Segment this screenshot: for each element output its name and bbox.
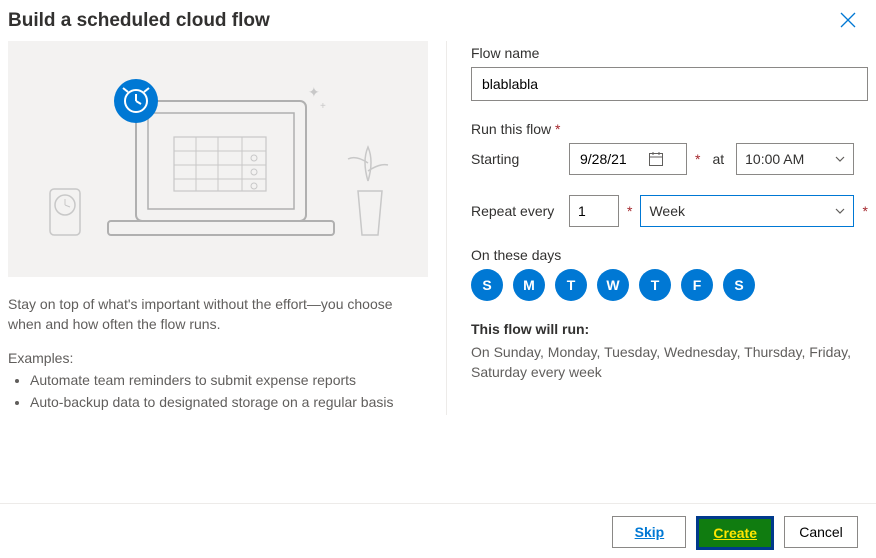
svg-text:✦: ✦ [308,84,320,100]
required-asterisk: * [627,203,632,219]
chevron-down-icon [835,154,845,164]
day-toggle-tue[interactable]: T [555,269,587,301]
day-toggle-sat[interactable]: S [723,269,755,301]
date-value[interactable] [578,150,648,168]
create-button[interactable]: Create [696,516,774,550]
illustration: ✦ + [8,41,428,277]
flow-name-label: Flow name [471,45,868,61]
required-asterisk: * [862,203,867,219]
summary-label: This flow will run: [471,321,868,337]
repeat-every-label: Repeat every [471,203,561,219]
svg-text:+: + [320,101,326,112]
day-toggle-fri[interactable]: F [681,269,713,301]
required-asterisk: * [555,121,560,137]
list-item: Auto-backup data to designated storage o… [30,392,428,412]
close-button[interactable] [838,10,858,33]
dialog-title: Build a scheduled cloud flow [8,10,270,32]
day-toggle-sun[interactable]: S [471,269,503,301]
skip-button[interactable]: Skip [612,516,686,548]
cancel-button[interactable]: Cancel [784,516,858,548]
time-value: 10:00 AM [745,151,804,167]
at-label: at [712,151,724,167]
chevron-down-icon [835,206,845,216]
repeat-unit-select[interactable]: Week [640,195,854,227]
examples-list: Automate team reminders to submit expens… [8,370,428,413]
calendar-icon [648,151,664,167]
list-item: Automate team reminders to submit expens… [30,370,428,390]
day-toggle-thu[interactable]: T [639,269,671,301]
starting-label: Starting [471,151,561,167]
close-icon [840,12,856,28]
day-toggle-wed[interactable]: W [597,269,629,301]
run-this-flow-label: Run this flow [471,121,551,137]
required-asterisk: * [695,151,700,167]
flow-name-input[interactable] [471,67,868,101]
unit-value: Week [649,203,685,219]
on-these-days-label: On these days [471,247,868,263]
repeat-count-input[interactable] [569,195,619,227]
day-toggle-mon[interactable]: M [513,269,545,301]
summary-text: On Sunday, Monday, Tuesday, Wednesday, T… [471,343,868,382]
start-date-input[interactable] [569,143,687,175]
start-time-select[interactable]: 10:00 AM [736,143,854,175]
description-text: Stay on top of what's important without … [8,295,428,334]
examples-label: Examples: [8,350,428,366]
